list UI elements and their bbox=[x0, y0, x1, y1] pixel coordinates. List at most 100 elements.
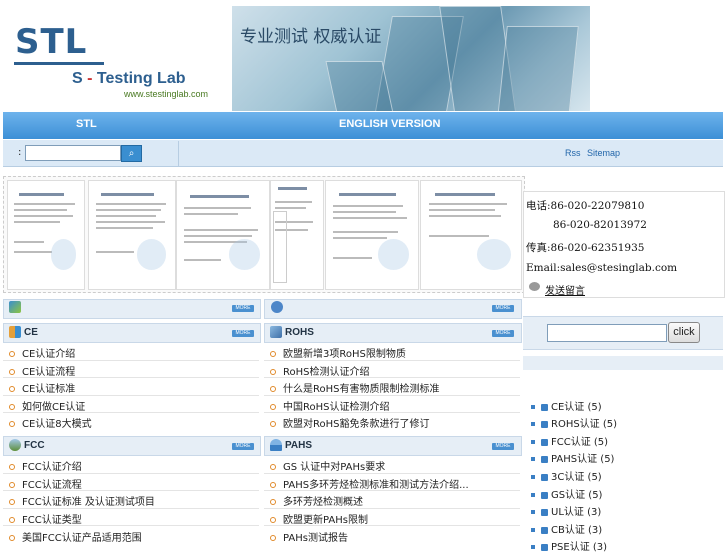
bullet-icon bbox=[531, 545, 535, 549]
article-link[interactable]: 中国RoHS认证检测介绍 bbox=[270, 398, 389, 413]
rss-icon bbox=[541, 438, 548, 446]
bullet-icon bbox=[9, 517, 15, 523]
article-link[interactable]: 什么是RoHS有害物质限制检测标准 bbox=[270, 380, 439, 395]
rss-icon bbox=[541, 420, 548, 428]
more-button[interactable]: MORE bbox=[492, 330, 514, 337]
certificate-image[interactable] bbox=[7, 180, 85, 290]
sidebar-search-button[interactable]: click bbox=[668, 322, 700, 343]
rss-icon bbox=[541, 526, 548, 534]
certificate-image[interactable] bbox=[270, 180, 324, 290]
category-label: PSE认证 bbox=[551, 542, 590, 553]
article-link[interactable]: 美国FCC认证产品适用范围 bbox=[9, 529, 142, 544]
panel-title-rohs[interactable]: ROHS bbox=[285, 327, 314, 338]
article-link[interactable]: 多环芳烃检测概述 bbox=[270, 493, 363, 508]
certificate-image[interactable] bbox=[88, 180, 176, 290]
divider bbox=[264, 377, 520, 378]
bullet-icon bbox=[531, 510, 535, 514]
certificate-image[interactable] bbox=[325, 180, 419, 290]
bullet-icon bbox=[9, 499, 15, 505]
bullet-icon bbox=[9, 404, 15, 410]
category-item[interactable]: FCC认证 (5) bbox=[531, 433, 608, 448]
divider bbox=[3, 377, 259, 378]
nav-home-link[interactable]: STL bbox=[76, 118, 97, 130]
category-count: (5) bbox=[602, 419, 618, 430]
category-item[interactable]: PAHS认证 (5) bbox=[531, 450, 614, 465]
more-button[interactable]: MORE bbox=[492, 443, 514, 450]
category-count: (5) bbox=[587, 402, 602, 413]
article-link[interactable]: 如何做CE认证 bbox=[9, 398, 85, 413]
panel-title-ce[interactable]: CE bbox=[24, 327, 38, 338]
category-item[interactable]: PSE认证 (3) bbox=[531, 538, 607, 553]
contact-phone-1: 电话:86-020-22079810 bbox=[526, 200, 645, 212]
divider bbox=[3, 473, 259, 474]
search-input[interactable] bbox=[25, 145, 121, 161]
category-item[interactable]: GS认证 (5) bbox=[531, 486, 602, 501]
category-item[interactable]: UL认证 (3) bbox=[531, 503, 601, 518]
umbrella-icon bbox=[270, 439, 282, 451]
category-count: (3) bbox=[592, 542, 608, 553]
rss-icon bbox=[541, 455, 548, 463]
article-link[interactable]: 欧盟新增3项RoHS限制物质 bbox=[270, 345, 406, 360]
article-link[interactable]: CE认证介绍 bbox=[9, 345, 75, 360]
article-link[interactable]: GS 认证中对PAHs要求 bbox=[270, 458, 385, 473]
more-button[interactable]: MORE bbox=[232, 443, 254, 450]
article-link[interactable]: FCC认证类型 bbox=[9, 511, 82, 526]
article-link[interactable]: RoHS检测认证介绍 bbox=[270, 363, 369, 378]
banner-slogan: 专业测试 权威认证 bbox=[240, 27, 382, 47]
bullet-icon bbox=[531, 405, 535, 409]
category-item[interactable]: CE认证 (5) bbox=[531, 398, 602, 413]
divider bbox=[264, 395, 520, 396]
more-button[interactable]: MORE bbox=[232, 330, 254, 337]
rss-link[interactable]: Rss bbox=[565, 148, 581, 158]
more-button[interactable]: MORE bbox=[232, 305, 254, 312]
bullet-icon bbox=[270, 482, 276, 488]
divider bbox=[3, 412, 259, 413]
category-count: (5) bbox=[600, 454, 615, 465]
certificate-image[interactable] bbox=[176, 180, 270, 290]
bullet-icon bbox=[9, 482, 15, 488]
category-item[interactable]: CB认证 (3) bbox=[531, 521, 602, 536]
article-link[interactable]: FCC认证流程 bbox=[9, 476, 82, 491]
logo-url: www.stestinglab.com bbox=[124, 89, 209, 99]
rss-icon bbox=[541, 403, 548, 411]
windows-icon bbox=[9, 301, 21, 313]
search-icon[interactable]: ⌕ bbox=[121, 145, 142, 162]
more-button[interactable]: MORE bbox=[492, 305, 514, 312]
bullet-icon bbox=[270, 499, 276, 505]
leave-message-link[interactable]: 发送留言 bbox=[545, 282, 585, 297]
certificate-image[interactable] bbox=[420, 180, 522, 290]
sidebar-category-header bbox=[523, 356, 723, 370]
article-link[interactable]: CE认证标准 bbox=[9, 380, 75, 395]
sidebar-search-input[interactable] bbox=[547, 324, 667, 342]
category-label: 3C认证 bbox=[551, 472, 585, 483]
article-link[interactable]: FCC认证介绍 bbox=[9, 458, 82, 473]
bullet-icon bbox=[9, 421, 15, 427]
category-label: FCC认证 bbox=[551, 437, 591, 448]
panel-title-fcc[interactable]: FCC bbox=[24, 440, 45, 451]
bullet-icon bbox=[531, 528, 535, 532]
panel-title-pahs[interactable]: PAHS bbox=[285, 440, 312, 451]
article-link[interactable]: PAHS多环芳烃检测标准和测试方法介绍... bbox=[270, 476, 469, 491]
certificate-carousel[interactable] bbox=[3, 176, 525, 293]
divider bbox=[264, 473, 520, 474]
category-count: (5) bbox=[587, 472, 602, 483]
divider bbox=[264, 525, 520, 526]
article-link[interactable]: CE认证8大模式 bbox=[9, 415, 92, 430]
divider bbox=[264, 490, 520, 491]
message-icon bbox=[529, 282, 540, 291]
search-divider bbox=[178, 141, 179, 166]
article-link[interactable]: CE认证流程 bbox=[9, 363, 75, 378]
article-link[interactable]: FCC认证标准 及认证测试项目 bbox=[9, 493, 155, 508]
search-label: : bbox=[18, 147, 22, 158]
category-item[interactable]: 3C认证 (5) bbox=[531, 468, 602, 483]
sitemap-link[interactable]: Sitemap bbox=[587, 148, 620, 158]
contact-phone-2: 86-020-82013972 bbox=[553, 219, 647, 231]
article-link[interactable]: PAHs测试报告 bbox=[270, 529, 348, 544]
article-link[interactable]: 欧盟更新PAHs限制 bbox=[270, 511, 368, 526]
category-item[interactable]: ROHS认证 (5) bbox=[531, 415, 617, 430]
bullet-icon bbox=[531, 493, 535, 497]
logo-subtitle-lab: Testing Lab bbox=[96, 70, 186, 87]
article-link[interactable]: 欧盟对RoHS豁免条款进行了修订 bbox=[270, 415, 429, 430]
nav-english-version-link[interactable]: ENGLISH VERSION bbox=[339, 118, 440, 130]
people-icon bbox=[9, 326, 21, 338]
